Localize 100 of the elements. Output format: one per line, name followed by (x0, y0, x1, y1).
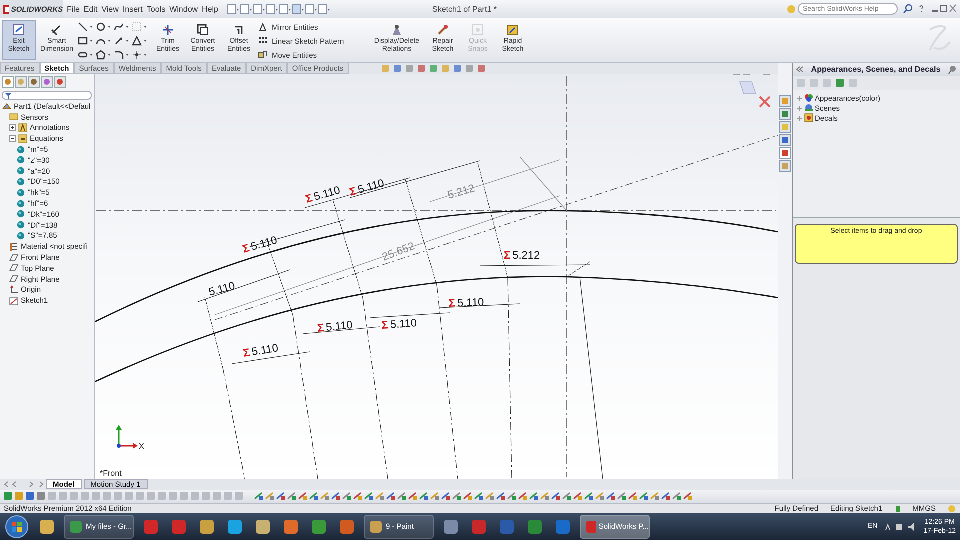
filter-field[interactable] (2, 91, 92, 100)
toolbar-icon[interactable] (562, 491, 572, 502)
toolbar-icon[interactable] (496, 491, 506, 502)
toolbar-icon[interactable] (25, 491, 35, 502)
toolbar-icon[interactable] (254, 491, 264, 502)
toolbar-icon[interactable] (628, 491, 638, 502)
toolbar-icon[interactable] (278, 4, 292, 14)
triangle-tool-icon[interactable] (132, 36, 148, 46)
expander-icon[interactable] (9, 124, 16, 132)
menu-item[interactable]: View (102, 4, 119, 14)
toolbar-icon[interactable] (342, 491, 352, 502)
start-button[interactable] (4, 514, 30, 539)
panel-tab-icon[interactable] (54, 76, 66, 88)
toolbar-icon[interactable] (265, 491, 275, 502)
toolbar-icon[interactable] (375, 491, 385, 502)
window-controls-icon[interactable] (918, 4, 958, 14)
toolbar-icon[interactable] (584, 491, 594, 502)
line-tool-icon[interactable] (78, 22, 94, 32)
spline-tool-icon[interactable] (114, 22, 130, 32)
menu-item[interactable]: Window (170, 4, 198, 14)
dimension-label[interactable]: Σ 5.110 (242, 234, 279, 256)
dimension-label[interactable]: Σ 5.110 (317, 319, 354, 335)
view-tool-icon[interactable] (452, 64, 464, 73)
toolbar-icon[interactable] (452, 491, 462, 502)
menu-item[interactable]: Help (202, 4, 218, 14)
panel-tab-icon[interactable] (41, 76, 53, 88)
dimension-label[interactable]: Σ 5.212 (504, 250, 540, 262)
dimension-label[interactable]: 5.110 (208, 280, 237, 299)
toolbar-icon[interactable] (540, 491, 550, 502)
toolbar-icon[interactable] (320, 491, 330, 502)
toolbar-icon[interactable] (266, 4, 278, 14)
expander-icon[interactable] (9, 135, 16, 142)
slot-tool-icon[interactable] (78, 50, 94, 60)
point-tool-icon[interactable] (132, 50, 148, 60)
panel-tab-icon[interactable] (2, 76, 14, 88)
toolbar-icon[interactable] (672, 491, 682, 502)
toolbar-icon[interactable] (430, 491, 440, 502)
dimension-label[interactable]: Σ 5.110 (348, 178, 386, 199)
toolbar-icon[interactable] (463, 491, 473, 502)
task-pane-tab-icon[interactable] (779, 147, 791, 159)
toolbar-icon[interactable] (474, 491, 484, 502)
toolbar-icon[interactable] (408, 491, 418, 502)
task-pane-tab-icon[interactable] (779, 121, 791, 133)
toolbar-icon[interactable] (353, 491, 363, 502)
circle-tool-icon[interactable] (96, 22, 112, 32)
toolbar-icon[interactable] (318, 4, 330, 14)
toolbar-icon[interactable] (485, 491, 495, 502)
toolbar-icon[interactable] (683, 491, 693, 502)
toolbar-icon[interactable] (617, 491, 627, 502)
toolbar-icon[interactable] (606, 491, 616, 502)
toolbar-icon[interactable] (518, 491, 528, 502)
view-tool-icon[interactable] (404, 64, 416, 73)
task-pane-tab-icon[interactable] (779, 95, 791, 107)
toolbar-icon[interactable] (3, 491, 13, 502)
rectangle-tool-icon[interactable] (78, 36, 94, 46)
toolbar-icon[interactable] (386, 491, 396, 502)
toolbar-icon[interactable] (595, 491, 605, 502)
toolbar-icon[interactable] (298, 491, 308, 502)
toolbar-icon[interactable] (419, 491, 429, 502)
toolbar-icon[interactable] (650, 491, 660, 502)
toolbar-icon[interactable] (331, 491, 341, 502)
dimension-label[interactable]: Σ 5.110 (242, 342, 280, 360)
search-icon[interactable] (902, 4, 914, 14)
pen-tool-icon[interactable] (114, 36, 130, 46)
toolbar-icon[interactable] (397, 491, 407, 502)
collapse-icon[interactable] (796, 66, 804, 73)
task-pane-tab-icon[interactable] (779, 160, 791, 172)
confirm-corner-icon[interactable] (740, 82, 771, 108)
toolbar-icon[interactable] (529, 491, 539, 502)
toolbar-icon[interactable] (639, 491, 649, 502)
toolbar-icon[interactable] (226, 4, 240, 14)
toolbar-icon[interactable] (292, 4, 304, 14)
menu-item[interactable]: File (67, 4, 80, 14)
toolbar-icon[interactable] (252, 4, 266, 14)
panel-tab-icon[interactable] (15, 76, 27, 88)
toolbar-icon[interactable] (364, 491, 374, 502)
fillet-tool-icon[interactable] (114, 50, 130, 60)
toolbar-icon[interactable] (36, 491, 46, 502)
view-tool-icon[interactable] (464, 64, 476, 73)
view-tool-icon[interactable] (428, 64, 440, 73)
toolbar-icon[interactable] (287, 491, 297, 502)
toolbar-icon[interactable] (14, 491, 24, 502)
pin-icon[interactable] (948, 65, 957, 74)
toolbar-icon[interactable] (240, 4, 252, 14)
dimension-label[interactable]: Σ 5.110 (304, 184, 342, 206)
view-tool-icon[interactable] (416, 64, 428, 73)
task-pane-tab-icon[interactable] (779, 134, 791, 146)
dimension-label[interactable]: Σ 5.110 (381, 318, 418, 332)
menu-item[interactable]: Edit (84, 4, 98, 14)
view-tool-icon[interactable] (476, 64, 488, 73)
polygon-tool-icon[interactable] (96, 50, 112, 60)
toolbar-icon[interactable] (661, 491, 671, 502)
toolbar-icon[interactable] (276, 491, 286, 502)
task-pane-tab-icon[interactable] (779, 108, 791, 120)
view-tool-icon[interactable] (392, 64, 404, 73)
toolbar-icon[interactable] (507, 491, 517, 502)
tab-scroll-icon[interactable] (4, 480, 44, 489)
menu-item[interactable]: Tools (146, 4, 166, 14)
toolbar-icon[interactable] (309, 491, 319, 502)
panel-tab-icon[interactable] (28, 76, 40, 88)
